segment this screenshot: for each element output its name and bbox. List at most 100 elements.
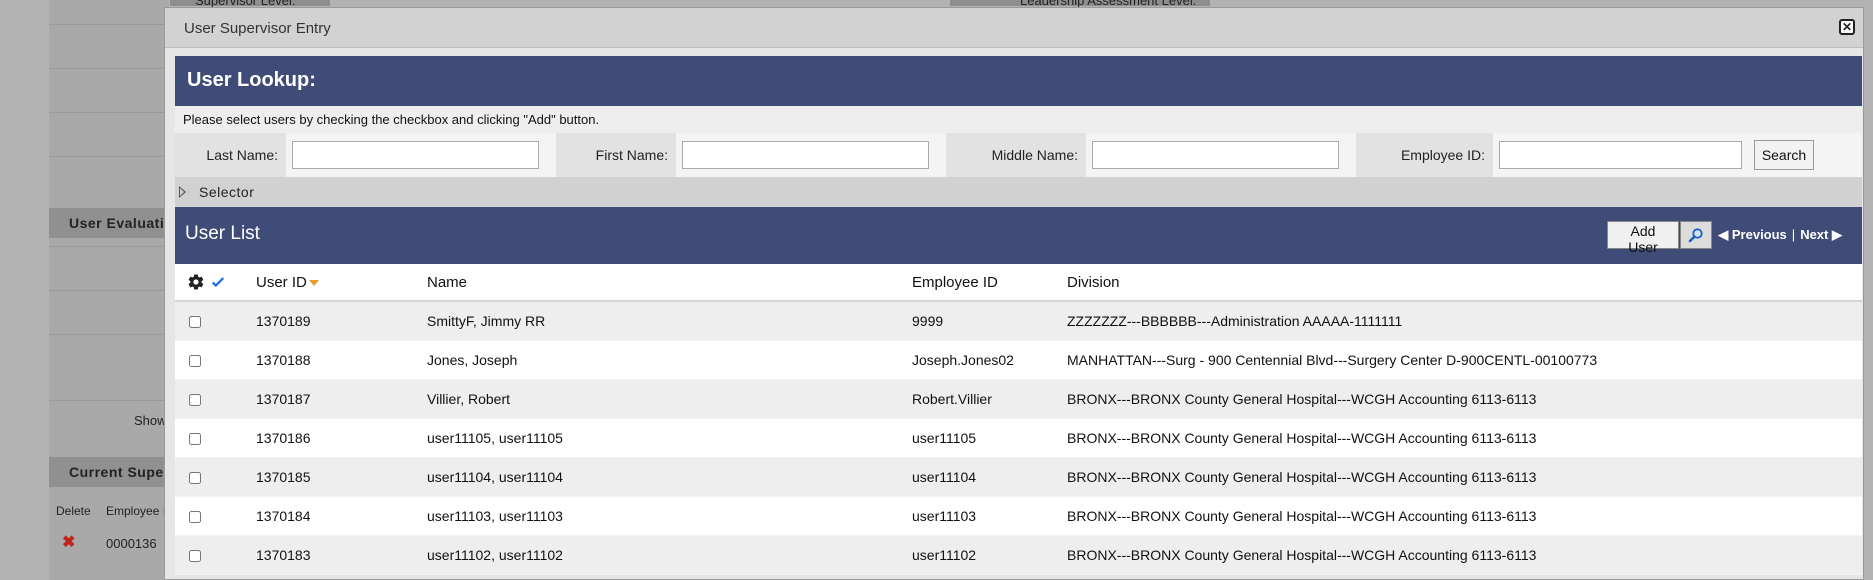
cell-division: BRONX---BRONX County General Hospital---… bbox=[1067, 457, 1862, 497]
bg-divider bbox=[49, 24, 169, 25]
cell-division: BRONX---BRONX County General Hospital---… bbox=[1067, 418, 1862, 458]
first-name-input[interactable] bbox=[682, 141, 929, 169]
cell-division: ZZZZZZZ---BBBBBB---Administration AAAAA-… bbox=[1067, 301, 1862, 341]
table-row: 1370189 SmittyF, Jimmy RR 9999 ZZZZZZZ--… bbox=[175, 301, 1862, 341]
lookup-button[interactable] bbox=[1680, 221, 1712, 249]
user-lookup-header: User Lookup: bbox=[175, 56, 1862, 106]
expand-triangle-icon bbox=[179, 186, 186, 198]
last-name-input[interactable] bbox=[292, 141, 539, 169]
bg-col-employee: Employee I bbox=[106, 504, 167, 518]
previous-label: Previous bbox=[1731, 227, 1787, 242]
pager: ◀ Previous | Next ▶ bbox=[1718, 227, 1842, 243]
table-row: 1370187 Villier, Robert Robert.Villier B… bbox=[175, 379, 1862, 419]
add-user-button[interactable]: Add User bbox=[1607, 221, 1679, 255]
bg-col-delete: Delete bbox=[56, 504, 91, 518]
division-column-header[interactable]: Division bbox=[1067, 264, 1862, 302]
middle-name-cell bbox=[1086, 133, 1356, 177]
cell-user-id: 1370185 bbox=[256, 457, 427, 497]
table-row: 1370184 user11103, user11103 user11103 B… bbox=[175, 496, 1862, 536]
first-name-label: First Name: bbox=[556, 133, 676, 177]
user-table: User ID Name Employee ID Division 137018… bbox=[175, 264, 1862, 575]
check-icon[interactable] bbox=[211, 275, 225, 289]
cell-user-id: 1370184 bbox=[256, 496, 427, 536]
last-name-cell bbox=[286, 133, 556, 177]
cell-user-id: 1370188 bbox=[256, 340, 427, 380]
dialog-content: User Lookup: Please select users by chec… bbox=[175, 56, 1862, 575]
bg-divider bbox=[49, 400, 169, 401]
cell-employee-id: Joseph.Jones02 bbox=[912, 340, 1067, 380]
row-checkbox[interactable] bbox=[189, 316, 201, 329]
bg-show-label: Show bbox=[134, 413, 167, 428]
bg-divider bbox=[49, 112, 169, 113]
cell-division: BRONX---BRONX County General Hospital---… bbox=[1067, 535, 1862, 575]
row-checkbox[interactable] bbox=[189, 394, 201, 407]
triangle-left-icon: ◀ bbox=[1718, 227, 1729, 242]
user-supervisor-entry-dialog: User Supervisor Entry ✕ User Lookup: Ple… bbox=[164, 7, 1864, 580]
last-name-label: Last Name: bbox=[175, 133, 286, 177]
bg-divider bbox=[49, 156, 169, 157]
row-checkbox[interactable] bbox=[189, 511, 201, 524]
cell-name: user11105, user11105 bbox=[427, 418, 912, 458]
row-checkbox[interactable] bbox=[189, 472, 201, 485]
cell-division: BRONX---BRONX County General Hospital---… bbox=[1067, 379, 1862, 419]
table-row: 1370185 user11104, user11104 user11104 B… bbox=[175, 457, 1862, 497]
table-row: 1370183 user11102, user11102 user11102 B… bbox=[175, 535, 1862, 575]
row-checkbox[interactable] bbox=[189, 355, 201, 368]
middle-name-input[interactable] bbox=[1092, 141, 1339, 169]
gear-icon[interactable] bbox=[187, 273, 205, 291]
employee-id-column-header[interactable]: Employee ID bbox=[912, 264, 1067, 302]
pager-separator: | bbox=[1791, 227, 1796, 242]
cell-employee-id: user11103 bbox=[912, 496, 1067, 536]
delete-icon[interactable]: ✖ bbox=[62, 532, 75, 552]
cell-employee-id: user11105 bbox=[912, 418, 1067, 458]
cell-user-id: 1370187 bbox=[256, 379, 427, 419]
middle-name-label: Middle Name: bbox=[946, 133, 1086, 177]
bg-divider bbox=[49, 290, 169, 291]
previous-link[interactable]: ◀ Previous bbox=[1718, 227, 1787, 242]
cell-name: Villier, Robert bbox=[427, 379, 912, 419]
user-lookup-title: User Lookup: bbox=[187, 69, 316, 91]
search-form: Last Name: First Name: Middle Name: Empl… bbox=[175, 133, 1862, 177]
dialog-title: User Supervisor Entry bbox=[184, 20, 331, 37]
cell-employee-id: 9999 bbox=[912, 301, 1067, 341]
table-row: 1370188 Jones, Joseph Joseph.Jones02 MAN… bbox=[175, 340, 1862, 380]
search-button[interactable]: Search bbox=[1754, 140, 1814, 170]
select-column-header bbox=[175, 264, 256, 302]
table-header-row: User ID Name Employee ID Division bbox=[175, 264, 1862, 302]
row-checkbox[interactable] bbox=[189, 433, 201, 446]
cell-user-id: 1370189 bbox=[256, 301, 427, 341]
close-icon: ✕ bbox=[1841, 20, 1853, 34]
cell-division: BRONX---BRONX County General Hospital---… bbox=[1067, 496, 1862, 536]
selector-toggle[interactable]: Selector bbox=[175, 177, 1862, 207]
employee-id-cell: Search bbox=[1493, 133, 1862, 177]
user-id-column-header[interactable]: User ID bbox=[256, 264, 427, 302]
cell-name: Jones, Joseph bbox=[427, 340, 912, 380]
cell-user-id: 1370183 bbox=[256, 535, 427, 575]
cell-name: user11104, user11104 bbox=[427, 457, 912, 497]
employee-id-input[interactable] bbox=[1499, 141, 1742, 169]
bg-employee-value: 0000136 bbox=[106, 536, 157, 551]
next-label: Next bbox=[1800, 227, 1829, 242]
user-id-header-label: User ID bbox=[256, 273, 307, 291]
cell-name: SmittyF, Jimmy RR bbox=[427, 301, 912, 341]
cell-division: MANHATTAN---Surg - 900 Centennial Blvd--… bbox=[1067, 340, 1862, 380]
cell-employee-id: user11102 bbox=[912, 535, 1067, 575]
lookup-instructions: Please select users by checking the chec… bbox=[175, 106, 1862, 133]
cell-name: user11102, user11102 bbox=[427, 535, 912, 575]
bg-current-supervisor-header: Current Supe bbox=[49, 457, 169, 487]
cell-name: user11103, user11103 bbox=[427, 496, 912, 536]
bg-user-evaluation-header: User Evaluati bbox=[49, 208, 169, 238]
dialog-titlebar[interactable]: User Supervisor Entry ✕ bbox=[165, 8, 1863, 48]
cell-employee-id: user11104 bbox=[912, 457, 1067, 497]
bg-divider bbox=[49, 334, 169, 335]
row-checkbox[interactable] bbox=[189, 550, 201, 563]
sort-desc-icon bbox=[308, 279, 319, 286]
user-list-title: User List bbox=[185, 223, 260, 244]
next-link[interactable]: Next ▶ bbox=[1800, 227, 1842, 242]
first-name-cell bbox=[676, 133, 946, 177]
employee-id-label: Employee ID: bbox=[1356, 133, 1493, 177]
selector-label: Selector bbox=[199, 184, 255, 200]
name-column-header[interactable]: Name bbox=[427, 264, 912, 302]
close-button[interactable]: ✕ bbox=[1839, 19, 1855, 35]
bg-divider bbox=[49, 246, 169, 247]
